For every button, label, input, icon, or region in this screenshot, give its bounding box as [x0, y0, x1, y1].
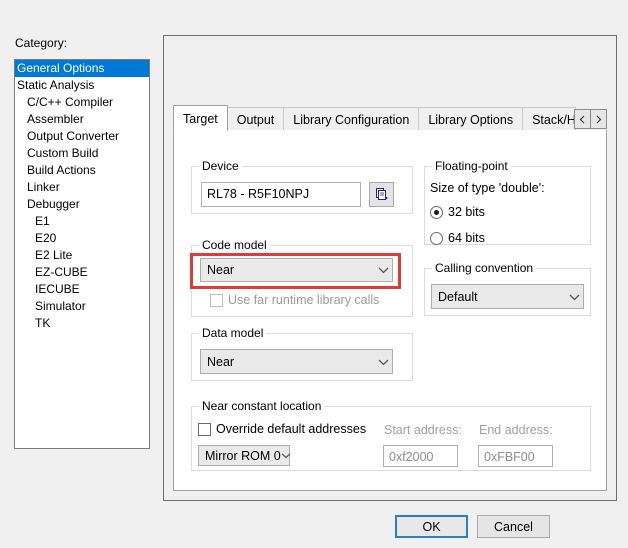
- tab-library-options[interactable]: Library Options: [418, 107, 524, 131]
- float-size-64-bits-radio[interactable]: 64 bits: [430, 231, 485, 245]
- ok-button[interactable]: OK: [395, 515, 468, 538]
- calling-convention-combobox[interactable]: Default: [431, 284, 584, 309]
- tab-scroll-left-button[interactable]: [574, 109, 591, 129]
- category-item[interactable]: Static Analysis: [15, 77, 149, 94]
- category-item[interactable]: General Options: [15, 60, 149, 77]
- device-input[interactable]: RL78 - R5F10NPJ: [201, 182, 361, 207]
- category-item[interactable]: Assembler: [15, 111, 149, 128]
- size-of-double-label: Size of type 'double':: [430, 181, 545, 195]
- mirror-rom-value: Mirror ROM 0: [205, 448, 281, 463]
- tab-stack-heap[interactable]: Stack/Heap: [522, 107, 576, 131]
- category-item[interactable]: Simulator: [15, 298, 149, 315]
- device-select-icon-button[interactable]: [369, 182, 394, 207]
- end-address-input[interactable]: 0xFBF00: [478, 445, 553, 467]
- tab-scroll-buttons[interactable]: [574, 109, 607, 129]
- tab-strip[interactable]: Target Output Library Configuration Library…: [173, 105, 607, 131]
- category-item[interactable]: EZ-CUBE: [15, 264, 149, 281]
- override-default-addresses-label: Override default addresses: [216, 422, 367, 436]
- start-address-input[interactable]: 0xf2000: [383, 445, 458, 467]
- scroll-left-arrow-icon: [579, 115, 585, 123]
- float-size-32-bits-label: 32 bits: [448, 205, 485, 219]
- cancel-button[interactable]: Cancel: [477, 515, 550, 538]
- start-address-label: Start address:: [384, 423, 462, 437]
- device-group-legend: Device: [199, 159, 242, 173]
- use-far-runtime-library-calls-checkbox: Use far runtime library calls: [210, 293, 379, 307]
- code-model-group-legend: Code model: [199, 238, 270, 252]
- category-item[interactable]: Linker: [15, 179, 149, 196]
- floating-point-group-legend: Floating-point: [432, 159, 511, 173]
- radio-mark: [430, 231, 443, 245]
- calling-convention-value: Default: [438, 289, 478, 304]
- category-label: Category:: [15, 36, 68, 50]
- chevron-down-icon: [565, 293, 583, 301]
- category-item[interactable]: Custom Build: [15, 145, 149, 162]
- chevron-down-icon: [281, 452, 291, 459]
- category-item[interactable]: E1: [15, 213, 149, 230]
- tab-target[interactable]: Target: [173, 105, 228, 131]
- category-list[interactable]: General Options Static Analysis C/C++ Comp…: [14, 59, 150, 449]
- calling-convention-group-legend: Calling convention: [432, 261, 537, 275]
- float-size-32-bits-radio[interactable]: 32 bits: [430, 205, 485, 219]
- category-item[interactable]: IECUBE: [15, 281, 149, 298]
- category-item[interactable]: Debugger: [15, 196, 149, 213]
- checkbox-box: [198, 422, 211, 436]
- override-default-addresses-checkbox[interactable]: Override default addresses: [198, 422, 366, 436]
- code-model-combobox[interactable]: Near: [200, 258, 393, 282]
- checkbox-box: [210, 293, 223, 307]
- target-tab-page: Device RL78 - R5F10NPJ Code model Near U…: [173, 130, 607, 491]
- tab-library-configuration[interactable]: Library Configuration: [283, 107, 420, 131]
- category-item[interactable]: TK: [15, 315, 149, 332]
- chevron-down-icon: [374, 358, 392, 366]
- category-item[interactable]: C/C++ Compiler: [15, 94, 149, 111]
- category-item[interactable]: E20: [15, 230, 149, 247]
- float-size-64-bits-label: 64 bits: [448, 231, 485, 245]
- code-model-value: Near: [207, 263, 235, 277]
- use-far-runtime-library-calls-label: Use far runtime library calls: [228, 293, 380, 307]
- end-address-label: End address:: [479, 423, 553, 437]
- device-select-icon: [376, 188, 388, 200]
- category-item[interactable]: Build Actions: [15, 162, 149, 179]
- data-model-group-legend: Data model: [199, 326, 267, 340]
- category-item[interactable]: Output Converter: [15, 128, 149, 145]
- category-item[interactable]: E2 Lite: [15, 247, 149, 264]
- data-model-combobox[interactable]: Near: [200, 349, 393, 374]
- tab-scroll-right-button[interactable]: [590, 109, 607, 129]
- near-constant-location-group-legend: Near constant location: [199, 399, 325, 413]
- mirror-rom-combobox[interactable]: Mirror ROM 0: [198, 445, 291, 466]
- scroll-right-arrow-icon: [596, 115, 602, 123]
- chevron-down-icon: [374, 266, 392, 274]
- data-model-value: Near: [207, 354, 235, 369]
- tab-output[interactable]: Output: [226, 107, 285, 131]
- radio-mark: [430, 205, 443, 219]
